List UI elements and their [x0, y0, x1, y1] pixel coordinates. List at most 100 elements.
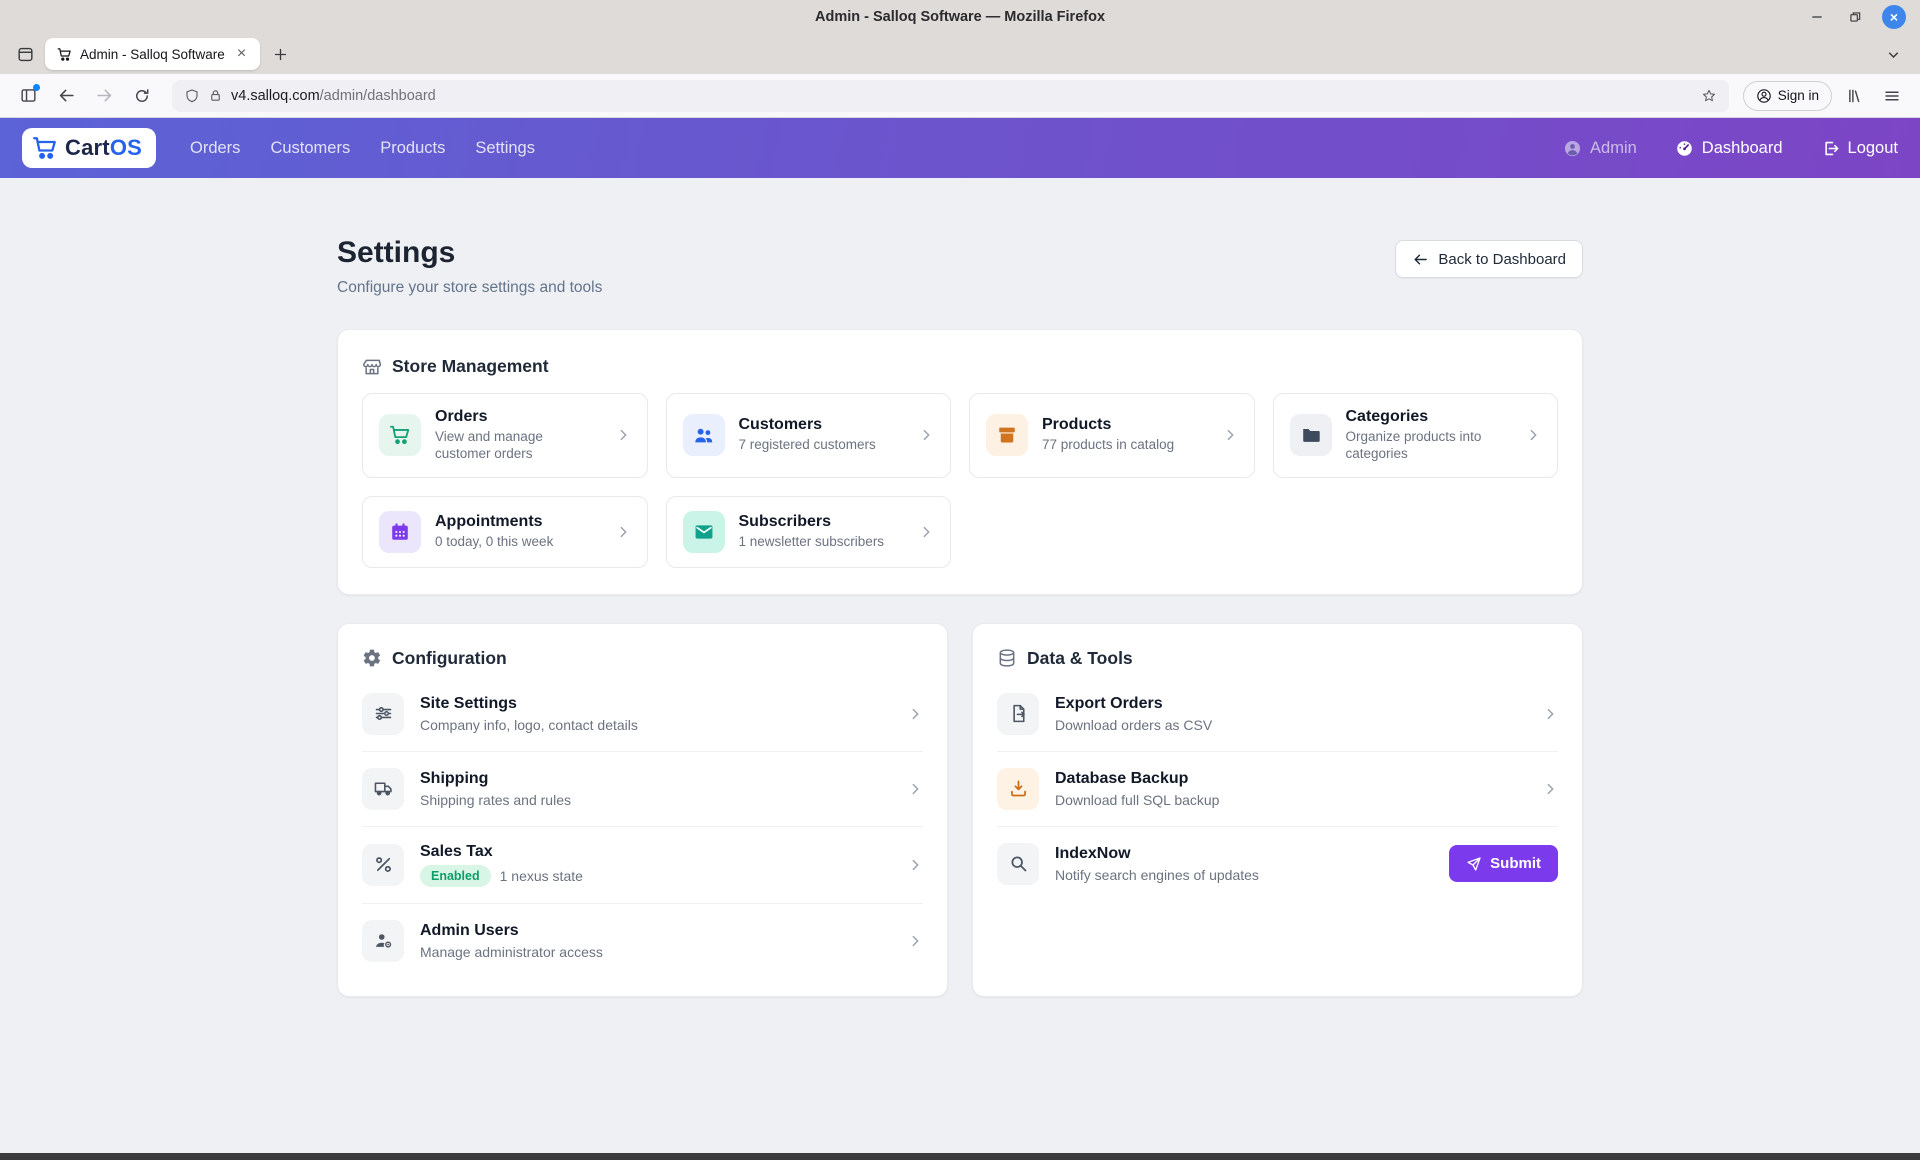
- reload-icon[interactable]: [126, 80, 158, 112]
- forward-icon[interactable]: [88, 80, 120, 112]
- notification-dot: [33, 84, 40, 91]
- cart-icon: [379, 414, 421, 456]
- logout-icon: [1821, 139, 1840, 158]
- chevron-right-icon: [1222, 427, 1238, 443]
- percent-icon: [362, 844, 404, 886]
- gear-icon: [362, 648, 382, 668]
- card-desc: 7 registered customers: [739, 437, 905, 454]
- sign-in-label: Sign in: [1778, 88, 1819, 103]
- folder-icon: [1290, 414, 1332, 456]
- row-database-backup[interactable]: Database Backup Download full SQL backup: [997, 751, 1558, 826]
- row-title: IndexNow: [1055, 845, 1433, 863]
- chevron-right-icon: [918, 427, 934, 443]
- sign-in-button[interactable]: Sign in: [1743, 81, 1832, 111]
- restore-icon[interactable]: [1844, 6, 1866, 28]
- row-shipping[interactable]: Shipping Shipping rates and rules: [362, 751, 923, 826]
- back-to-dashboard-button[interactable]: Back to Dashboard: [1395, 240, 1583, 278]
- chevron-right-icon: [615, 427, 631, 443]
- lock-icon[interactable]: [208, 88, 223, 103]
- status-badge: Enabled: [420, 865, 491, 887]
- row-title: Database Backup: [1055, 770, 1526, 788]
- window-title: Admin - Salloq Software — Mozilla Firefo…: [815, 9, 1105, 25]
- row-title: Sales Tax: [420, 843, 891, 861]
- nav-user: Admin: [1563, 139, 1637, 158]
- close-icon[interactable]: ×: [1882, 5, 1906, 29]
- url-path: /admin/dashboard: [320, 88, 436, 104]
- browser-toolbar: v4.salloq.com/admin/dashboard Sign in: [0, 74, 1920, 118]
- chevron-right-icon: [907, 857, 923, 873]
- chevron-right-icon: [615, 524, 631, 540]
- window-titlebar: Admin - Salloq Software — Mozilla Firefo…: [0, 0, 1920, 34]
- menu-icon[interactable]: [1876, 80, 1908, 112]
- card-title: Subscribers: [739, 513, 831, 530]
- taskbar-edge: [0, 1153, 1920, 1160]
- row-admin-users[interactable]: Admin Users Manage administrator access: [362, 903, 923, 978]
- card-desc: View and manage customer orders: [435, 429, 601, 463]
- storefront-icon: [362, 357, 382, 377]
- page-subtitle: Configure your store settings and tools: [337, 279, 602, 297]
- shield-icon[interactable]: [184, 88, 200, 104]
- card-appointments[interactable]: Appointments 0 today, 0 this week: [362, 496, 648, 568]
- row-title: Site Settings: [420, 695, 891, 713]
- chevron-right-icon: [1525, 427, 1541, 443]
- nav-link-products[interactable]: Products: [380, 139, 445, 158]
- calendar-icon: [379, 511, 421, 553]
- row-site-settings[interactable]: Site Settings Company info, logo, contac…: [362, 677, 923, 751]
- card-orders[interactable]: Orders View and manage customer orders: [362, 393, 648, 478]
- nav-links: Orders Customers Products Settings: [190, 139, 535, 158]
- chevron-right-icon: [907, 933, 923, 949]
- dashboard-gauge-icon: [1675, 139, 1694, 158]
- user-circle-icon: [1563, 139, 1582, 158]
- bookmark-star-icon[interactable]: [1701, 88, 1717, 104]
- list-all-tabs-icon[interactable]: [1885, 46, 1902, 63]
- tab-overview-icon[interactable]: [16, 45, 35, 64]
- card-title: Customers: [739, 416, 823, 433]
- url-host: v4.salloq.com: [231, 88, 320, 104]
- nav-link-customers[interactable]: Customers: [270, 139, 350, 158]
- row-desc: Download orders as CSV: [1055, 717, 1212, 733]
- configuration-panel: Configuration Site Settings Company info…: [337, 623, 948, 997]
- card-subscribers[interactable]: Subscribers 1 newsletter subscribers: [666, 496, 952, 568]
- browser-tabbar: Admin - Salloq Software ×: [0, 34, 1920, 74]
- card-desc: 1 newsletter subscribers: [739, 534, 905, 551]
- truck-icon: [362, 768, 404, 810]
- arrow-left-icon: [1412, 251, 1429, 268]
- library-icon[interactable]: [1838, 80, 1870, 112]
- url-bar[interactable]: v4.salloq.com/admin/dashboard: [172, 80, 1729, 112]
- configuration-heading: Configuration: [392, 648, 507, 669]
- paper-plane-icon: [1466, 856, 1482, 872]
- nav-dashboard-label: Dashboard: [1702, 139, 1783, 158]
- row-title: Shipping: [420, 770, 891, 788]
- nav-link-settings[interactable]: Settings: [475, 139, 535, 158]
- row-sales-tax[interactable]: Sales Tax Enabled 1 nexus state: [362, 826, 923, 903]
- nav-user-label: Admin: [1590, 139, 1637, 158]
- submit-button[interactable]: Submit: [1449, 845, 1558, 882]
- nav-logout-link[interactable]: Logout: [1821, 139, 1898, 158]
- tab-close-icon[interactable]: ×: [233, 45, 250, 63]
- card-products[interactable]: Products 77 products in catalog: [969, 393, 1255, 478]
- browser-tab[interactable]: Admin - Salloq Software ×: [45, 38, 260, 70]
- card-desc: 0 today, 0 this week: [435, 534, 601, 551]
- data-tools-panel: Data & Tools Export Orders Download orde…: [972, 623, 1583, 997]
- row-desc: Company info, logo, contact details: [420, 717, 638, 733]
- row-export-orders[interactable]: Export Orders Download orders as CSV: [997, 677, 1558, 751]
- page-content: Settings Configure your store settings a…: [337, 178, 1583, 997]
- card-desc: Organize products into categories: [1346, 429, 1512, 463]
- card-customers[interactable]: Customers 7 registered customers: [666, 393, 952, 478]
- card-title: Categories: [1346, 408, 1429, 425]
- url-text[interactable]: v4.salloq.com/admin/dashboard: [231, 88, 1693, 104]
- row-desc: 1 nexus state: [500, 868, 583, 884]
- app-navbar: CartOS Orders Customers Products Setting…: [0, 118, 1920, 178]
- brand-logo[interactable]: CartOS: [22, 128, 156, 168]
- minimize-icon[interactable]: [1806, 6, 1828, 28]
- sidebar-toggle-icon[interactable]: [12, 80, 44, 112]
- card-categories[interactable]: Categories Organize products into catego…: [1273, 393, 1559, 478]
- new-tab-icon[interactable]: [272, 46, 289, 63]
- chevron-right-icon: [918, 524, 934, 540]
- row-indexnow[interactable]: IndexNow Notify search engines of update…: [997, 826, 1558, 901]
- nav-dashboard-link[interactable]: Dashboard: [1675, 139, 1783, 158]
- back-icon[interactable]: [50, 80, 82, 112]
- download-icon: [997, 768, 1039, 810]
- people-icon: [683, 414, 725, 456]
- nav-link-orders[interactable]: Orders: [190, 139, 240, 158]
